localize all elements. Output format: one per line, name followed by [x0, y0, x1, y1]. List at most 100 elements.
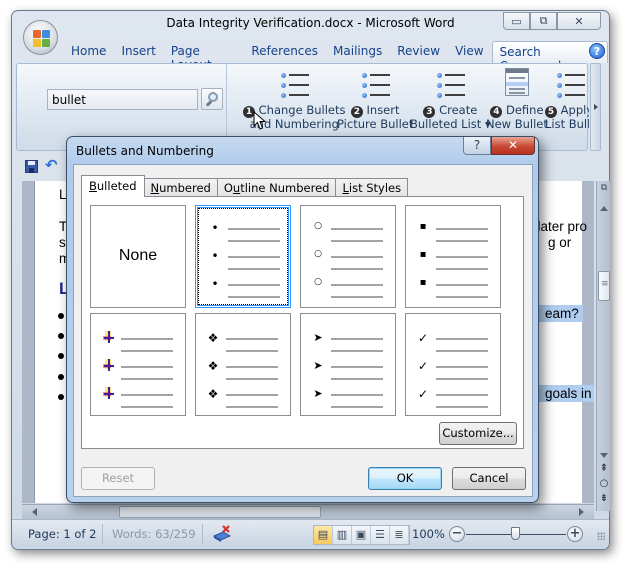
window-controls: ▭ ⧉ ✕: [503, 12, 601, 30]
doc-bullet: [58, 374, 64, 380]
split-icon[interactable]: ⧉: [598, 183, 610, 197]
next-page-icon[interactable]: ⇟: [597, 493, 611, 504]
dialog-close-button[interactable]: ✕: [491, 137, 535, 155]
scroll-down-icon[interactable]: [600, 453, 608, 458]
resize-grip[interactable]: [597, 532, 605, 540]
zoom-level[interactable]: 100%: [412, 524, 445, 544]
previous-page-icon[interactable]: ⇞: [597, 463, 611, 474]
dialog-body: Bulleted Numbered Outline Numbered List …: [73, 164, 533, 497]
browse-object-icon[interactable]: ○: [597, 478, 611, 489]
bullet-option-four-diamond[interactable]: ❖ ❖ ❖: [195, 313, 291, 416]
doc-bullet: [58, 333, 64, 339]
square-bullet-icon: ▪: [419, 249, 427, 260]
cmd-label-line1: Insert: [366, 103, 400, 117]
ok-button[interactable]: OK: [368, 467, 442, 490]
bullet-list-icon: [555, 68, 585, 100]
zoom-out-icon[interactable]: −: [449, 526, 465, 542]
scroll-thumb[interactable]: [598, 271, 610, 301]
arrowhead-icon: ➤: [313, 359, 323, 372]
minimize-button[interactable]: ▭: [503, 12, 530, 30]
tab-mailings[interactable]: Mailings: [326, 41, 389, 63]
tab-view[interactable]: View: [448, 41, 490, 63]
tab-numbered[interactable]: Numbered: [143, 178, 218, 197]
cmd-label-line2: Picture Bullet: [337, 117, 414, 131]
mouse-cursor-icon: [253, 111, 267, 130]
cmd-create-bulleted-list[interactable]: 3 Create Bulleted List ▾: [410, 68, 491, 131]
zoom-in-icon[interactable]: +: [567, 526, 583, 542]
tab-page-layout[interactable]: Page Layout: [164, 41, 244, 72]
outline-icon[interactable]: ☰: [371, 526, 390, 544]
save-icon[interactable]: [25, 160, 38, 173]
restore-icon: ⧉: [539, 14, 548, 27]
bullet-option-filled-dot[interactable]: • • •: [195, 205, 291, 308]
cmd-label-line1: Apply: [560, 103, 589, 117]
cmd-label-line1: Change Bullets: [258, 103, 346, 117]
tab-outline-numbered[interactable]: Outline Numbered: [216, 178, 337, 197]
square-bullet-icon: ▪: [419, 277, 427, 288]
horizontal-scrollbar[interactable]: [22, 504, 594, 519]
draft-icon[interactable]: ≣: [390, 526, 409, 544]
filled-dot-icon: •: [211, 277, 219, 291]
vertical-scrollbar[interactable]: ⧉ ⇞ ○ ⇟: [596, 181, 610, 511]
bulleted-panel: None • • • ○ ○ ○ ▪ ▪ ▪ ❖ ❖ ❖ ➤ ➤ ➤ ✓ ✓ ✓…: [81, 196, 524, 449]
search-button[interactable]: [201, 88, 223, 110]
close-button[interactable]: ✕: [557, 12, 601, 30]
hollow-circle-icon: ○: [314, 277, 322, 287]
four-diamond-icon: ❖: [207, 331, 219, 345]
status-bar: Page: 1 of 2 Words: 63/259 ▤ ▥ ▣ ☰ ≣ 100…: [12, 519, 609, 547]
search-input[interactable]: [47, 89, 198, 110]
page-count[interactable]: Page: 1 of 2: [22, 524, 104, 544]
bullets-numbering-dialog: Bullets and Numbering ? ✕ Bulleted Numbe…: [66, 136, 539, 503]
full-screen-reading-icon[interactable]: ▥: [333, 526, 352, 544]
bullet-option-square[interactable]: ▪ ▪ ▪: [405, 205, 501, 308]
undo-icon[interactable]: ↶: [45, 156, 58, 174]
scroll-right-icon[interactable]: [579, 508, 584, 516]
scroll-left-icon[interactable]: [32, 508, 37, 516]
bullet-option-checkmark[interactable]: ✓ ✓ ✓: [405, 313, 501, 416]
none-label: None: [118, 247, 158, 264]
four-diamond-icon: ❖: [207, 359, 219, 373]
highlighted-text: goals in: [535, 385, 594, 402]
tab-home[interactable]: Home: [64, 41, 113, 63]
dialog-help-button[interactable]: ?: [463, 137, 491, 155]
doc-bullet: [58, 394, 64, 400]
bullet-option-none[interactable]: None: [90, 205, 186, 308]
reset-button[interactable]: Reset: [81, 467, 155, 490]
bullet-list-icon: [279, 68, 310, 100]
arrowhead-icon: ➤: [313, 331, 323, 344]
zoom-slider-thumb[interactable]: [511, 527, 520, 540]
horizontal-scroll-thumb[interactable]: [119, 506, 321, 518]
cmd-define-new-bullet[interactable]: 4 Define New Bullet: [486, 68, 548, 131]
dialog-tabs: Bulleted Numbered Outline Numbered List …: [81, 175, 409, 197]
tab-insert[interactable]: Insert: [114, 41, 162, 63]
ribbon-scroll-right-button[interactable]: [590, 63, 601, 151]
hollow-circle-icon: ○: [314, 249, 322, 259]
proofing-error-icon[interactable]: [211, 524, 233, 544]
word-count[interactable]: Words: 63/259: [106, 524, 203, 544]
tab-references[interactable]: References: [244, 41, 325, 63]
tab-label-rest: O: [223, 181, 233, 195]
dialog-title: Bullets and Numbering: [76, 144, 214, 158]
picture-bullet-icon: [103, 331, 115, 343]
checkmark-icon: ✓: [417, 387, 429, 401]
bullet-option-picture[interactable]: [90, 313, 186, 416]
office-button[interactable]: [23, 20, 58, 55]
bullet-option-arrowhead[interactable]: ➤ ➤ ➤: [300, 313, 396, 416]
customize-button[interactable]: Customize...: [439, 422, 517, 445]
cmd-insert-picture-bullet[interactable]: 2 Insert Picture Bullet: [337, 68, 413, 131]
cmd-apply-list-bullet[interactable]: 5 Apply List Bullet: [545, 68, 589, 131]
cancel-button[interactable]: Cancel: [452, 467, 526, 490]
help-icon[interactable]: ?: [589, 43, 605, 59]
restore-button[interactable]: ⧉: [530, 12, 557, 30]
doc-bullet: [58, 313, 64, 319]
cmd-label-line1: Define: [506, 103, 544, 117]
arrowhead-icon: ➤: [313, 387, 323, 400]
cmd-label-line2: List Bullet: [545, 117, 589, 131]
tab-list-styles[interactable]: List Styles: [335, 178, 409, 197]
scroll-up-icon[interactable]: [600, 206, 608, 211]
web-layout-icon[interactable]: ▣: [352, 526, 371, 544]
tab-bulleted[interactable]: Bulleted: [81, 175, 145, 197]
bullet-option-hollow-circle[interactable]: ○ ○ ○: [300, 205, 396, 308]
tab-review[interactable]: Review: [390, 41, 447, 63]
print-layout-icon[interactable]: ▤: [314, 526, 333, 544]
